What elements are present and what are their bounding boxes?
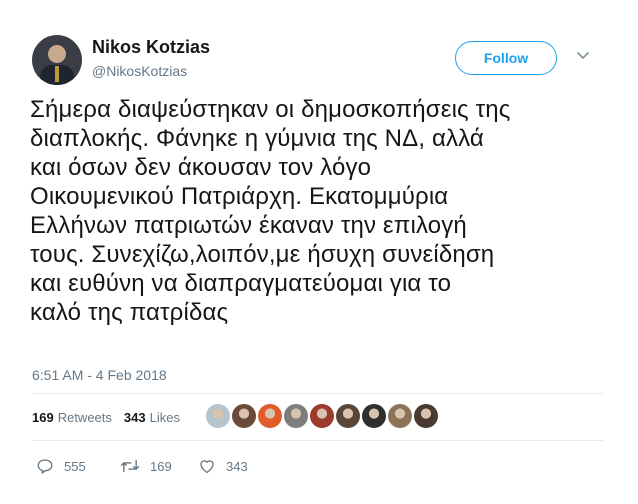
- liker-avatar[interactable]: [362, 404, 386, 428]
- likes-count: 343: [123, 410, 146, 425]
- like-action[interactable]: 343: [198, 457, 248, 475]
- user-handle[interactable]: @NikosKotzias: [92, 63, 187, 79]
- display-name[interactable]: Nikos Kotzias: [92, 37, 210, 58]
- liker-avatar[interactable]: [414, 404, 438, 428]
- retweet-icon: [120, 459, 140, 473]
- chevron-down-icon[interactable]: [576, 49, 590, 63]
- divider-top: [32, 393, 604, 394]
- liker-avatar[interactable]: [284, 404, 308, 428]
- reply-action[interactable]: 555: [36, 457, 120, 475]
- retweets-count: 169: [32, 410, 54, 425]
- tweet-actions: 555 169 343: [36, 457, 248, 475]
- follow-button[interactable]: Follow: [455, 41, 557, 75]
- retweet-action[interactable]: 169: [120, 457, 198, 475]
- likes-stat[interactable]: 343 Likes: [124, 410, 180, 425]
- liker-avatar[interactable]: [206, 404, 230, 428]
- liker-avatar[interactable]: [336, 404, 360, 428]
- liker-avatar[interactable]: [310, 404, 334, 428]
- likers-list: [206, 404, 440, 428]
- liker-avatar[interactable]: [232, 404, 256, 428]
- tweet-stats: 169 Retweets 343 Likes: [32, 410, 192, 425]
- tweet-text: Σήμερα διαψεύστηκαν οι δημοσκοπήσεις της…: [30, 96, 511, 326]
- divider-bottom: [32, 440, 604, 441]
- avatar-tie: [55, 66, 59, 82]
- heart-icon: [200, 460, 214, 474]
- liker-avatar[interactable]: [388, 404, 412, 428]
- reply-icon: [37, 459, 53, 474]
- reply-count: 555: [64, 458, 86, 474]
- like-count: 343: [226, 458, 248, 474]
- avatar[interactable]: [32, 35, 82, 85]
- liker-avatar[interactable]: [258, 404, 282, 428]
- likes-label: Likes: [149, 410, 180, 425]
- retweets-label: Retweets: [57, 410, 112, 425]
- tweet-card: Nikos Kotzias @NikosKotzias Follow Σήμερ…: [0, 0, 638, 504]
- retweets-stat[interactable]: 169 Retweets: [32, 410, 112, 425]
- retweet-count: 169: [150, 458, 172, 474]
- tweet-timestamp[interactable]: 6:51 AM - 4 Feb 2018: [32, 367, 167, 383]
